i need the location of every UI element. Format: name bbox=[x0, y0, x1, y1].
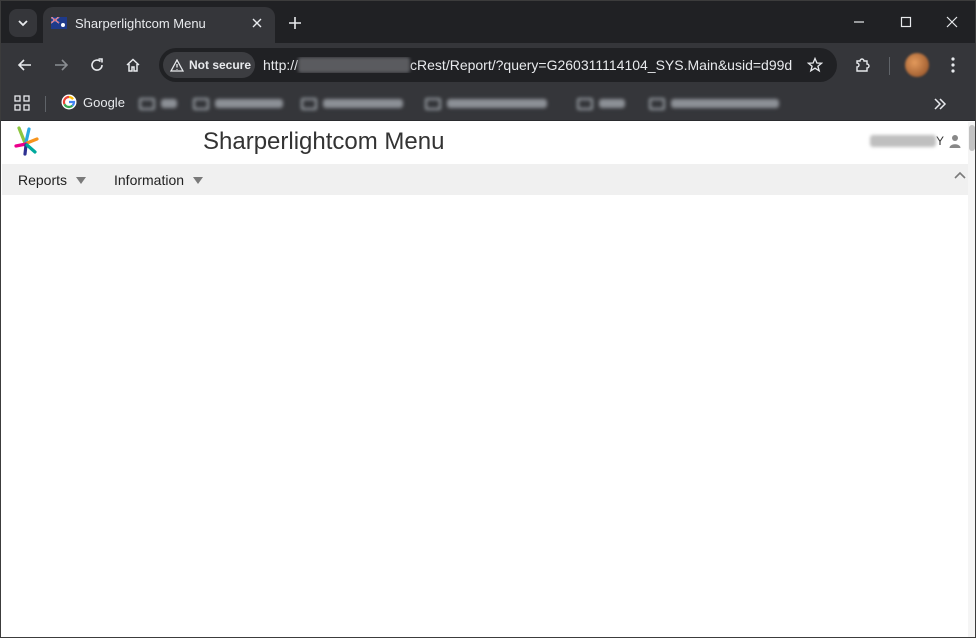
bookmark-redacted-label bbox=[323, 99, 403, 108]
user-name-suffix: Y bbox=[935, 134, 944, 148]
bookmark-redacted-label bbox=[215, 99, 283, 108]
forward-button[interactable] bbox=[47, 51, 75, 79]
folder-icon bbox=[301, 97, 317, 110]
home-button[interactable] bbox=[119, 51, 147, 79]
scrollbar-thumb[interactable] bbox=[969, 125, 975, 151]
bookmark-redacted[interactable] bbox=[193, 96, 283, 111]
chevron-down-icon bbox=[18, 20, 28, 27]
page-title: Sharperlightcom Menu bbox=[203, 128, 445, 155]
menu-reports[interactable]: Reports bbox=[18, 172, 87, 188]
tab-close-button[interactable] bbox=[247, 13, 267, 33]
puzzle-icon bbox=[856, 58, 870, 72]
tab-search-button[interactable] bbox=[9, 9, 37, 37]
url-prefix: http:// bbox=[263, 57, 299, 73]
bookmark-redacted[interactable] bbox=[301, 96, 403, 111]
close-icon bbox=[946, 16, 958, 28]
flag-icon bbox=[51, 17, 67, 29]
close-window-button[interactable] bbox=[930, 7, 974, 37]
arrow-right-icon bbox=[55, 59, 69, 71]
menu-information[interactable]: Information bbox=[114, 172, 204, 188]
bookmark-redacted[interactable] bbox=[577, 96, 625, 111]
folder-icon bbox=[425, 97, 441, 110]
bookmark-star-button[interactable] bbox=[805, 55, 825, 75]
bookmarks-overflow-button[interactable] bbox=[931, 95, 949, 113]
url-suffix: cRest/Report/?query=G260311114104_SYS.Ma… bbox=[410, 57, 793, 73]
user-name-redacted bbox=[869, 135, 936, 147]
tab-title: Sharperlightcom Menu bbox=[75, 16, 206, 31]
bookmark-redacted[interactable] bbox=[425, 96, 547, 111]
warning-icon bbox=[170, 58, 184, 72]
plus-icon bbox=[289, 17, 301, 29]
profile-avatar[interactable] bbox=[905, 53, 929, 77]
new-tab-button[interactable] bbox=[283, 11, 307, 35]
browser-window: Sharperlightcom Menu Not secure http:// … bbox=[0, 0, 976, 638]
google-icon bbox=[61, 94, 77, 110]
bookmarks-bar: Google bbox=[1, 87, 975, 121]
folder-icon bbox=[139, 97, 155, 110]
url-redacted: xxxxxxxxxxxxxxxx bbox=[298, 57, 411, 73]
reload-icon bbox=[91, 58, 103, 71]
extensions-button[interactable] bbox=[849, 51, 877, 79]
sharperlight-logo bbox=[14, 126, 39, 156]
minimize-button[interactable] bbox=[837, 7, 881, 37]
toolbar-divider bbox=[889, 57, 890, 75]
user-menu[interactable]: Y bbox=[869, 134, 962, 148]
folder-icon bbox=[649, 97, 665, 110]
bookmark-redacted-label bbox=[161, 99, 177, 108]
chevron-up-icon[interactable] bbox=[953, 169, 967, 181]
web-page: Sharperlightcom Menu Y Reports Informati… bbox=[2, 122, 968, 637]
address-bar[interactable]: Not secure http://xxxxxxxxxxxxxxxxcRest/… bbox=[159, 48, 837, 82]
security-label: Not secure bbox=[189, 58, 252, 72]
minimize-icon bbox=[854, 21, 864, 23]
bookmark-redacted[interactable] bbox=[649, 96, 779, 111]
bookmark-google-label: Google bbox=[83, 94, 125, 110]
more-vert-icon bbox=[951, 57, 955, 73]
reload-button[interactable] bbox=[83, 51, 111, 79]
page-scrollbar[interactable] bbox=[968, 122, 975, 637]
security-chip[interactable]: Not secure bbox=[163, 52, 255, 78]
browser-menu-button[interactable] bbox=[939, 51, 967, 79]
bookmark-google[interactable]: Google bbox=[61, 94, 125, 110]
bookmark-redacted-label bbox=[447, 99, 547, 108]
apps-grid-icon[interactable] bbox=[14, 95, 30, 111]
url-text: http://xxxxxxxxxxxxxxxxcRest/Report/?que… bbox=[263, 57, 793, 73]
back-button[interactable] bbox=[11, 51, 39, 79]
browser-toolbar: Not secure http://xxxxxxxxxxxxxxxxcRest/… bbox=[1, 43, 975, 87]
double-chevron-right-icon bbox=[934, 98, 947, 110]
maximize-icon bbox=[900, 16, 912, 28]
browser-tab[interactable]: Sharperlightcom Menu bbox=[43, 7, 275, 43]
bookmarks-separator bbox=[45, 96, 46, 112]
home-icon bbox=[126, 58, 140, 72]
folder-icon bbox=[193, 97, 209, 110]
menu-information-label: Information bbox=[114, 172, 185, 188]
folder-icon bbox=[577, 97, 593, 110]
menu-reports-label: Reports bbox=[18, 172, 68, 188]
tab-strip: Sharperlightcom Menu bbox=[1, 1, 975, 43]
bookmark-redacted-label bbox=[599, 99, 625, 108]
maximize-button[interactable] bbox=[884, 7, 928, 37]
caret-down-icon bbox=[76, 176, 87, 184]
menu-bar: Reports Information bbox=[2, 164, 968, 195]
user-icon bbox=[949, 135, 961, 148]
bookmark-redacted[interactable] bbox=[139, 96, 177, 111]
arrow-left-icon bbox=[17, 59, 31, 71]
bookmark-redacted-label bbox=[671, 99, 779, 108]
caret-down-icon bbox=[193, 176, 204, 184]
close-icon bbox=[252, 18, 262, 28]
star-icon bbox=[807, 57, 823, 73]
